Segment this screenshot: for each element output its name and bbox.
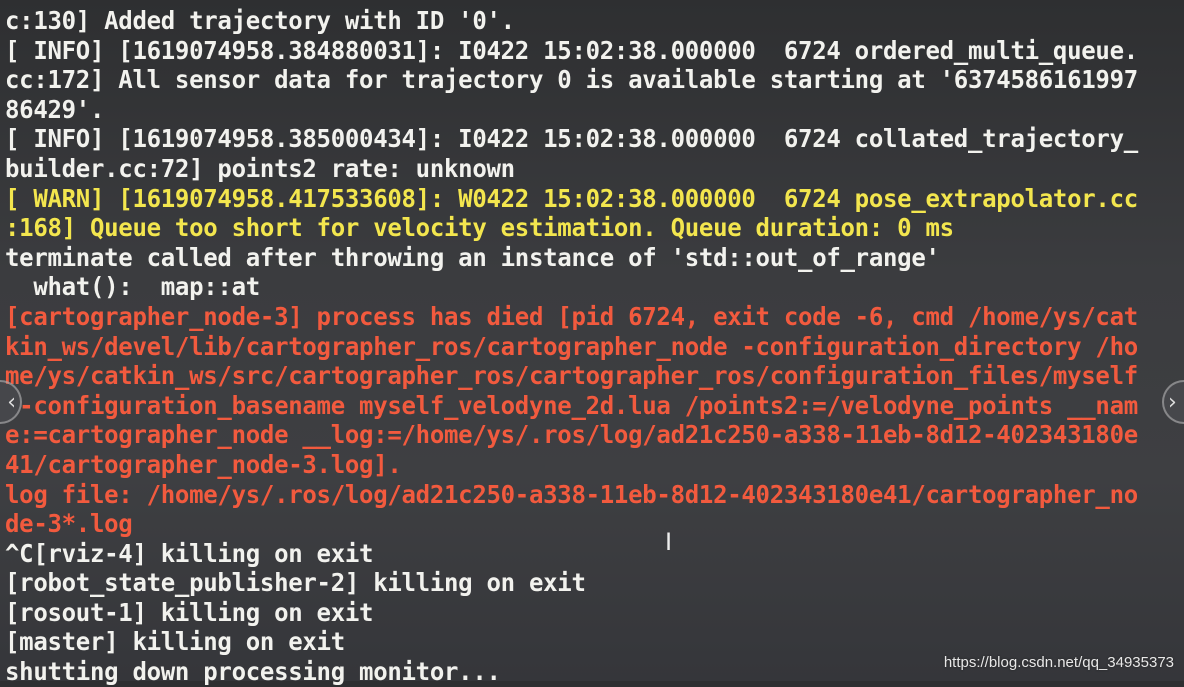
terminal-line-info: c:130] Added trajectory with ID '0'.	[5, 6, 515, 35]
watermark: https://blog.csdn.net/qq_34935373	[943, 654, 1174, 671]
chevron-left-icon: ‹	[7, 389, 16, 415]
terminal-line-info: cc:172] All sensor data for trajectory 0…	[5, 65, 1138, 95]
terminal-line-info: [master] killing on exit	[5, 627, 345, 657]
terminal-line-warn: :168] Queue too short for velocity estim…	[5, 213, 954, 243]
chevron-right-icon: ›	[1168, 389, 1177, 415]
terminal-line-err: log file: /home/ys/.ros/log/ad21c250-a33…	[5, 479, 1138, 509]
terminal-line-info: builder.cc:72] points2 rate: unknown	[5, 153, 515, 183]
terminal-line-info: what(): map::at	[5, 272, 260, 302]
terminal-line-info: ^C[rviz-4] killing on exit	[5, 538, 374, 568]
terminal-line-info: terminate called after throwing an insta…	[5, 242, 940, 272]
terminal-line-info: [rosout-1] killing on exit	[5, 597, 374, 627]
terminal-line-info: [ INFO] [1619074958.384880031]: I0422 15…	[5, 35, 1138, 65]
terminal-line-err: de-3*.log	[5, 509, 133, 539]
terminal-line-info: 86429'.	[5, 94, 105, 124]
terminal-line-err: -configuration_basename myself_velodyne_…	[5, 390, 1138, 420]
terminal-line-err: kin_ws/devel/lib/cartographer_ros/cartog…	[5, 331, 1138, 361]
terminal-output[interactable]: c:130] Added trajectory with ID '0'.[ IN…	[5, 6, 1184, 687]
terminal-line-info: [robot_state_publisher-2] killing on exi…	[5, 568, 586, 598]
terminal-line-info: [ INFO] [1619074958.385000434]: I0422 15…	[5, 124, 1138, 154]
text-cursor-icon: I	[665, 528, 673, 556]
terminal-line-err: [cartographer_node-3] process has died […	[5, 301, 1138, 331]
terminal-line-err: 41/cartographer_node-3.log].	[5, 449, 402, 479]
terminal-line-warn: [ WARN] [1619074958.417533608]: W0422 15…	[5, 183, 1138, 213]
terminal-line-err: e:=cartographer_node __log:=/home/ys/.ro…	[5, 420, 1138, 450]
terminal-line-err: me/ys/catkin_ws/src/cartographer_ros/car…	[5, 361, 1138, 391]
